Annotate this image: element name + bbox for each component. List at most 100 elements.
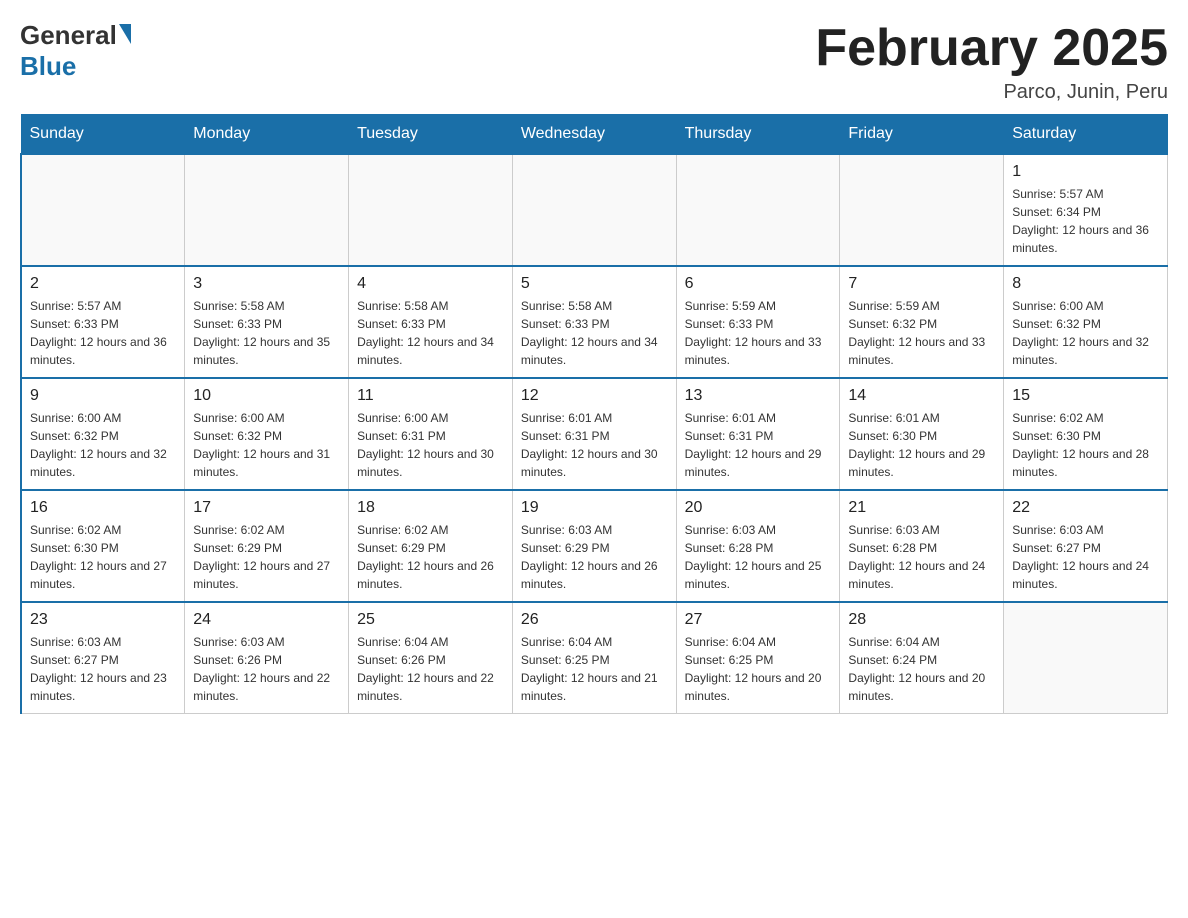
day-info: Sunrise: 6:04 AM Sunset: 6:25 PM Dayligh… xyxy=(685,633,832,705)
day-number: 6 xyxy=(685,275,832,293)
calendar-cell: 20 Sunrise: 6:03 AM Sunset: 6:28 PM Dayli… xyxy=(676,490,840,602)
calendar-cell: 14Sunrise: 6:01 AM Sunset: 6:30 PM Dayli… xyxy=(840,378,1004,490)
day-number: 28 xyxy=(848,611,995,629)
day-number: 7 xyxy=(848,275,995,293)
day-info: Sunrise: 6:04 AM Sunset: 6:26 PM Dayligh… xyxy=(357,633,504,705)
day-info: Sunrise: 6:01 AM Sunset: 6:31 PM Dayligh… xyxy=(685,409,832,481)
day-number: 19 xyxy=(521,499,668,517)
calendar-cell xyxy=(1004,602,1168,714)
week-row-1: 1Sunrise: 5:57 AM Sunset: 6:34 PM Daylig… xyxy=(21,154,1168,266)
calendar-cell: 3 Sunrise: 5:58 AM Sunset: 6:33 PM Daylig… xyxy=(185,266,349,378)
calendar-cell xyxy=(512,154,676,266)
calendar-cell: 28 Sunrise: 6:04 AM Sunset: 6:24 PM Dayli… xyxy=(840,602,1004,714)
day-info: Sunrise: 6:03 AM Sunset: 6:27 PM Dayligh… xyxy=(1012,521,1159,593)
calendar-cell: 18 Sunrise: 6:02 AM Sunset: 6:29 PM Dayli… xyxy=(349,490,513,602)
day-info: Sunrise: 6:04 AM Sunset: 6:24 PM Dayligh… xyxy=(848,633,995,705)
header-day-friday: Friday xyxy=(840,115,1004,155)
day-info: Sunrise: 6:02 AM Sunset: 6:29 PM Dayligh… xyxy=(193,521,340,593)
calendar-cell xyxy=(349,154,513,266)
day-number: 20 xyxy=(685,499,832,517)
header-day-tuesday: Tuesday xyxy=(349,115,513,155)
calendar-cell: 17 Sunrise: 6:02 AM Sunset: 6:29 PM Dayli… xyxy=(185,490,349,602)
logo-arrow-icon xyxy=(119,24,131,44)
day-number: 21 xyxy=(848,499,995,517)
calendar-cell: 21 Sunrise: 6:03 AM Sunset: 6:28 PM Dayli… xyxy=(840,490,1004,602)
header-day-saturday: Saturday xyxy=(1004,115,1168,155)
day-info: Sunrise: 6:02 AM Sunset: 6:30 PM Dayligh… xyxy=(30,521,176,593)
week-row-5: 23Sunrise: 6:03 AM Sunset: 6:27 PM Dayli… xyxy=(21,602,1168,714)
day-number: 24 xyxy=(193,611,340,629)
calendar-cell: 24Sunrise: 6:03 AM Sunset: 6:26 PM Dayli… xyxy=(185,602,349,714)
calendar-cell: 7 Sunrise: 5:59 AM Sunset: 6:32 PM Daylig… xyxy=(840,266,1004,378)
calendar-cell: 9Sunrise: 6:00 AM Sunset: 6:32 PM Daylig… xyxy=(21,378,185,490)
day-info: Sunrise: 6:03 AM Sunset: 6:28 PM Dayligh… xyxy=(848,521,995,593)
day-number: 22 xyxy=(1012,499,1159,517)
day-info: Sunrise: 6:02 AM Sunset: 6:30 PM Dayligh… xyxy=(1012,409,1159,481)
day-info: Sunrise: 5:58 AM Sunset: 6:33 PM Dayligh… xyxy=(357,297,504,369)
day-info: Sunrise: 6:03 AM Sunset: 6:29 PM Dayligh… xyxy=(521,521,668,593)
calendar-table: SundayMondayTuesdayWednesdayThursdayFrid… xyxy=(20,114,1168,714)
calendar-cell: 11 Sunrise: 6:00 AM Sunset: 6:31 PM Dayli… xyxy=(349,378,513,490)
day-number: 25 xyxy=(357,611,504,629)
day-info: Sunrise: 6:02 AM Sunset: 6:29 PM Dayligh… xyxy=(357,521,504,593)
day-number: 3 xyxy=(193,275,340,293)
day-info: Sunrise: 5:59 AM Sunset: 6:32 PM Dayligh… xyxy=(848,297,995,369)
calendar-cell xyxy=(840,154,1004,266)
calendar-cell: 5 Sunrise: 5:58 AM Sunset: 6:33 PM Daylig… xyxy=(512,266,676,378)
day-info: Sunrise: 6:01 AM Sunset: 6:31 PM Dayligh… xyxy=(521,409,668,481)
day-number: 16 xyxy=(30,499,176,517)
logo-general-text: General xyxy=(20,20,117,51)
week-row-3: 9Sunrise: 6:00 AM Sunset: 6:32 PM Daylig… xyxy=(21,378,1168,490)
location: Parco, Junin, Peru xyxy=(815,81,1168,104)
day-number: 5 xyxy=(521,275,668,293)
day-info: Sunrise: 5:57 AM Sunset: 6:33 PM Dayligh… xyxy=(30,297,176,369)
calendar-cell: 16 Sunrise: 6:02 AM Sunset: 6:30 PM Dayli… xyxy=(21,490,185,602)
day-number: 14 xyxy=(848,387,995,405)
day-info: Sunrise: 6:00 AM Sunset: 6:32 PM Dayligh… xyxy=(193,409,340,481)
day-info: Sunrise: 5:58 AM Sunset: 6:33 PM Dayligh… xyxy=(521,297,668,369)
calendar-cell: 15 Sunrise: 6:02 AM Sunset: 6:30 PM Dayli… xyxy=(1004,378,1168,490)
day-info: Sunrise: 5:59 AM Sunset: 6:33 PM Dayligh… xyxy=(685,297,832,369)
day-info: Sunrise: 6:03 AM Sunset: 6:27 PM Dayligh… xyxy=(30,633,176,705)
calendar-cell: 19 Sunrise: 6:03 AM Sunset: 6:29 PM Dayli… xyxy=(512,490,676,602)
calendar-cell: 27 Sunrise: 6:04 AM Sunset: 6:25 PM Dayli… xyxy=(676,602,840,714)
day-info: Sunrise: 5:57 AM Sunset: 6:34 PM Dayligh… xyxy=(1012,185,1159,257)
calendar-cell: 26 Sunrise: 6:04 AM Sunset: 6:25 PM Dayli… xyxy=(512,602,676,714)
day-number: 17 xyxy=(193,499,340,517)
day-number: 12 xyxy=(521,387,668,405)
week-row-2: 2 Sunrise: 5:57 AM Sunset: 6:33 PM Daylig… xyxy=(21,266,1168,378)
page-header: General Blue February 2025 Parco, Junin,… xyxy=(20,20,1168,104)
month-title: February 2025 xyxy=(815,20,1168,77)
calendar-cell xyxy=(185,154,349,266)
day-number: 15 xyxy=(1012,387,1159,405)
calendar-cell xyxy=(676,154,840,266)
day-info: Sunrise: 6:03 AM Sunset: 6:28 PM Dayligh… xyxy=(685,521,832,593)
logo: General Blue xyxy=(20,20,131,82)
header-row: SundayMondayTuesdayWednesdayThursdayFrid… xyxy=(21,115,1168,155)
day-number: 13 xyxy=(685,387,832,405)
calendar-cell: 23Sunrise: 6:03 AM Sunset: 6:27 PM Dayli… xyxy=(21,602,185,714)
day-number: 10 xyxy=(193,387,340,405)
day-number: 2 xyxy=(30,275,176,293)
week-row-4: 16 Sunrise: 6:02 AM Sunset: 6:30 PM Dayli… xyxy=(21,490,1168,602)
logo-general: General xyxy=(20,20,131,51)
day-number: 26 xyxy=(521,611,668,629)
header-day-sunday: Sunday xyxy=(21,115,185,155)
day-info: Sunrise: 6:04 AM Sunset: 6:25 PM Dayligh… xyxy=(521,633,668,705)
calendar-cell: 13 Sunrise: 6:01 AM Sunset: 6:31 PM Dayli… xyxy=(676,378,840,490)
header-day-thursday: Thursday xyxy=(676,115,840,155)
calendar-cell: 4Sunrise: 5:58 AM Sunset: 6:33 PM Daylig… xyxy=(349,266,513,378)
day-info: Sunrise: 5:58 AM Sunset: 6:33 PM Dayligh… xyxy=(193,297,340,369)
calendar-header: SundayMondayTuesdayWednesdayThursdayFrid… xyxy=(21,115,1168,155)
day-info: Sunrise: 6:00 AM Sunset: 6:32 PM Dayligh… xyxy=(1012,297,1159,369)
day-number: 18 xyxy=(357,499,504,517)
calendar-cell: 6 Sunrise: 5:59 AM Sunset: 6:33 PM Daylig… xyxy=(676,266,840,378)
calendar-body: 1Sunrise: 5:57 AM Sunset: 6:34 PM Daylig… xyxy=(21,154,1168,714)
header-day-wednesday: Wednesday xyxy=(512,115,676,155)
calendar-cell: 22 Sunrise: 6:03 AM Sunset: 6:27 PM Dayli… xyxy=(1004,490,1168,602)
day-number: 11 xyxy=(357,387,504,405)
calendar-cell: 1Sunrise: 5:57 AM Sunset: 6:34 PM Daylig… xyxy=(1004,154,1168,266)
day-number: 27 xyxy=(685,611,832,629)
day-info: Sunrise: 6:00 AM Sunset: 6:31 PM Dayligh… xyxy=(357,409,504,481)
title-section: February 2025 Parco, Junin, Peru xyxy=(815,20,1168,104)
